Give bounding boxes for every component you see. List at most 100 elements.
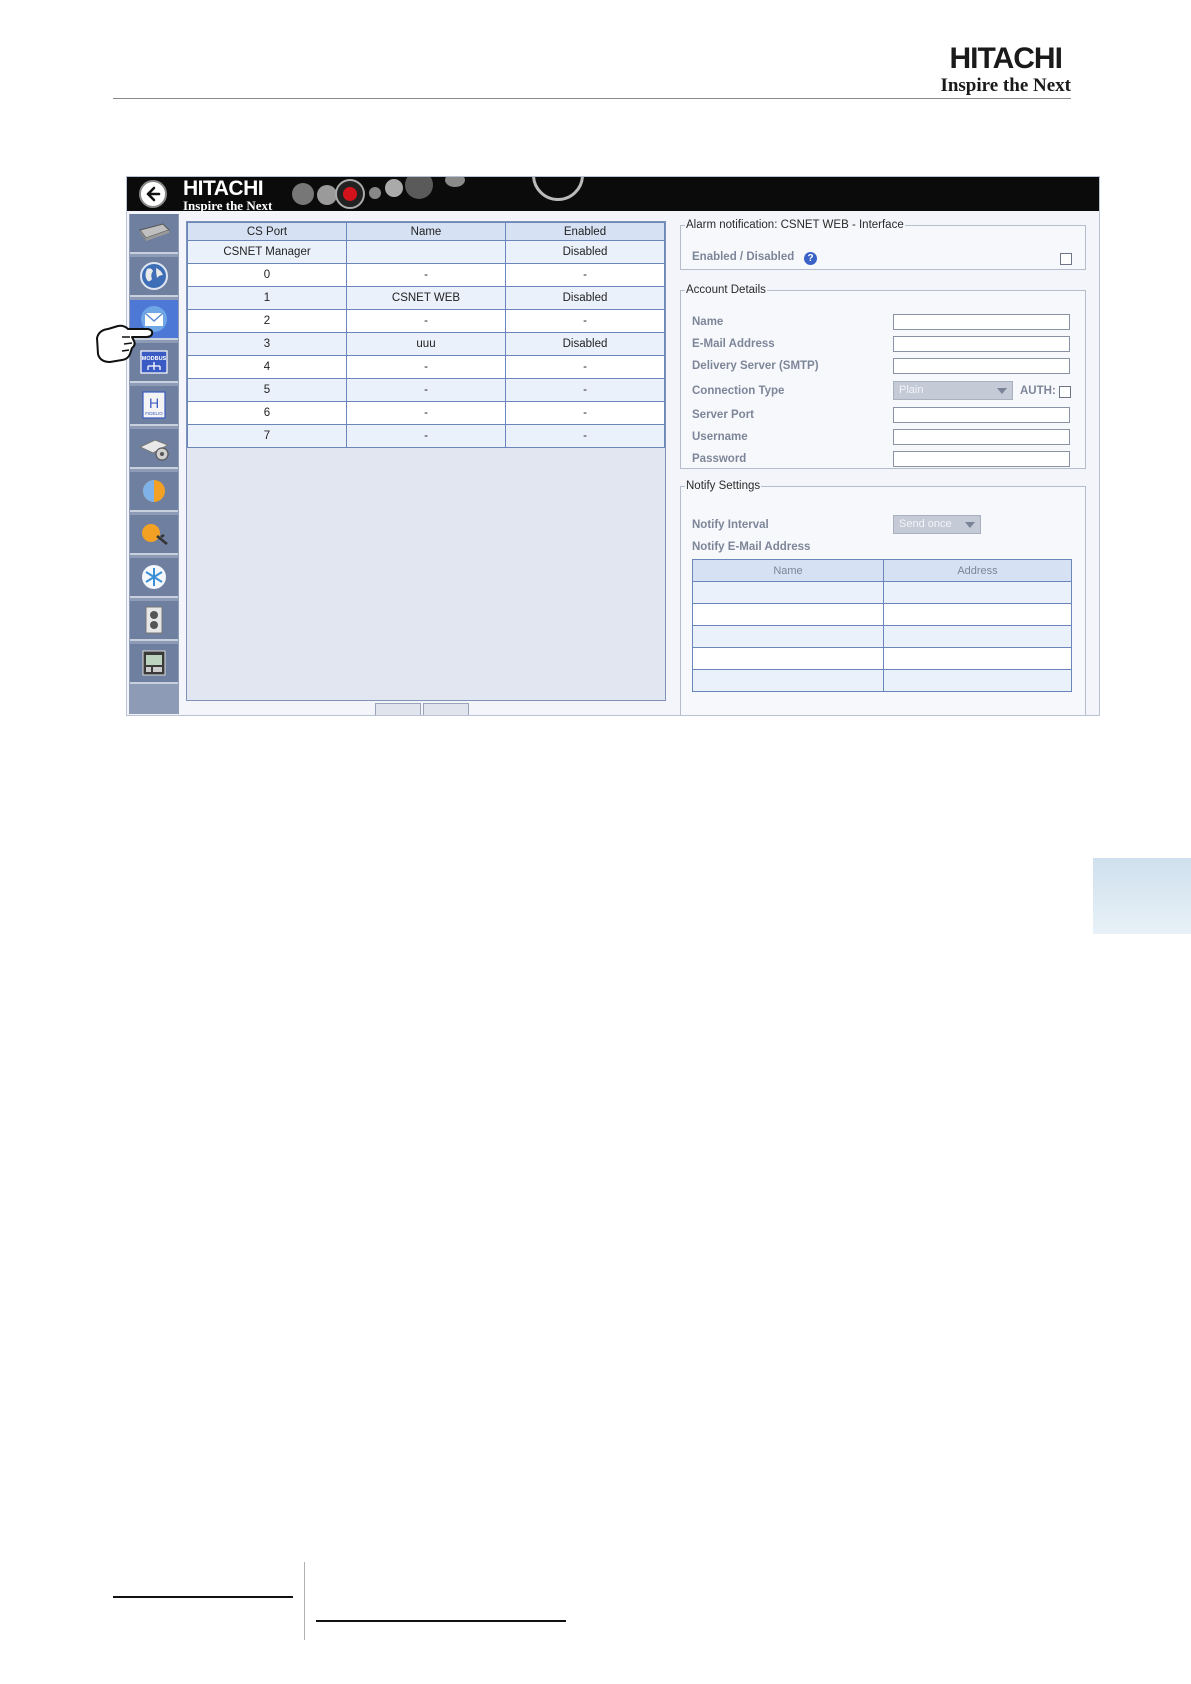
heat-cool-icon bbox=[143, 480, 165, 502]
table-row[interactable]: 4 - - bbox=[187, 355, 665, 379]
device-icon bbox=[139, 223, 170, 241]
password-label: Password bbox=[692, 453, 747, 465]
notify-interval-value: Send once bbox=[899, 518, 952, 530]
sidebar-item-cooling[interactable] bbox=[130, 558, 178, 598]
app-logo-name: HITACHI bbox=[183, 177, 264, 200]
pager-prev-button[interactable] bbox=[375, 703, 421, 715]
notify-email-table: Name Address bbox=[692, 559, 1072, 692]
table-row[interactable]: 7 - - bbox=[187, 424, 665, 448]
footer-divider bbox=[304, 1562, 305, 1640]
table-row[interactable]: CSNET Manager Disabled bbox=[187, 240, 665, 264]
username-field[interactable] bbox=[893, 429, 1070, 445]
sidebar-item-outdoor[interactable] bbox=[130, 601, 178, 641]
notify-table-header: Name Address bbox=[692, 559, 1072, 582]
auth-checkbox[interactable] bbox=[1059, 386, 1071, 398]
email-field[interactable] bbox=[893, 336, 1070, 352]
svg-text:H: H bbox=[149, 395, 159, 411]
back-arrow-icon[interactable] bbox=[139, 180, 167, 208]
table-row[interactable] bbox=[692, 669, 1072, 692]
notify-interval-select[interactable]: Send once bbox=[893, 515, 981, 534]
sidebar-item-indoor-settings[interactable] bbox=[130, 429, 178, 469]
cell-name: - bbox=[346, 309, 506, 333]
table-row[interactable]: 6 - - bbox=[187, 401, 665, 425]
app-logo-tagline: Inspire the Next bbox=[183, 198, 273, 211]
account-fieldset: Account Details Name E-Mail Address Deli… bbox=[680, 284, 1086, 469]
ports-table-header: CS Port Name Enabled bbox=[187, 222, 665, 241]
enabled-checkbox[interactable] bbox=[1060, 253, 1072, 265]
table-row[interactable]: 0 - - bbox=[187, 263, 665, 287]
table-row[interactable]: 3 uuu Disabled bbox=[187, 332, 665, 356]
col-header-address[interactable]: Address bbox=[883, 559, 1072, 582]
col-header-cs-port[interactable]: CS Port bbox=[187, 222, 347, 241]
cell-enabled: - bbox=[505, 378, 665, 402]
smtp-label: Delivery Server (SMTP) bbox=[692, 360, 819, 372]
auth-label: AUTH: bbox=[1020, 385, 1056, 397]
cell-name: - bbox=[346, 424, 506, 448]
name-label: Name bbox=[692, 316, 724, 328]
table-row[interactable] bbox=[692, 647, 1072, 670]
sidebar-item-controller[interactable] bbox=[130, 644, 178, 684]
fidelio-icon: HFIDELIO bbox=[142, 391, 166, 419]
app-logo: HITACHI Inspire the Next bbox=[183, 178, 272, 211]
cell-address bbox=[883, 647, 1072, 670]
table-row[interactable]: 1 CSNET WEB Disabled bbox=[187, 286, 665, 310]
sidebar: MODBUS H FIDELIO bbox=[129, 214, 179, 714]
col-header-enabled[interactable]: Enabled bbox=[505, 222, 665, 241]
cell-name: - bbox=[346, 355, 506, 379]
cell-enabled: Disabled bbox=[505, 332, 665, 356]
logo-tagline: Inspire the Next bbox=[940, 75, 1071, 96]
password-field[interactable] bbox=[893, 451, 1070, 467]
table-row[interactable]: 2 - - bbox=[187, 309, 665, 333]
sidebar-item-maintenance[interactable] bbox=[130, 515, 178, 555]
pager-next-button[interactable] bbox=[423, 703, 469, 715]
cell-name bbox=[346, 240, 506, 264]
ports-table: CS Port Name Enabled CSNET Manager Disab… bbox=[187, 222, 665, 448]
snowflake-icon bbox=[142, 565, 166, 589]
decor-circle bbox=[317, 185, 337, 205]
logo-name: HITACHI bbox=[949, 42, 1063, 75]
table-row[interactable] bbox=[692, 603, 1072, 626]
outdoor-unit-icon bbox=[145, 606, 163, 634]
cell-name: - bbox=[346, 378, 506, 402]
smtp-field[interactable] bbox=[893, 358, 1070, 374]
table-row[interactable] bbox=[692, 581, 1072, 604]
decor-circle bbox=[369, 187, 381, 199]
sidebar-item-fidelio[interactable]: H FIDELIO bbox=[130, 386, 178, 426]
notify-interval-label: Notify Interval bbox=[692, 519, 769, 531]
table-row[interactable] bbox=[692, 625, 1072, 648]
chevron-down-icon bbox=[965, 522, 975, 528]
cell-enabled: - bbox=[505, 424, 665, 448]
controller-icon bbox=[142, 650, 166, 676]
cell-port: 0 bbox=[187, 263, 347, 287]
pointing-hand-icon bbox=[96, 324, 154, 363]
cell-port: 2 bbox=[187, 309, 347, 333]
decor-circle bbox=[405, 177, 433, 199]
cell-address bbox=[883, 625, 1072, 648]
cell-port: CSNET Manager bbox=[187, 240, 347, 264]
col-header-name[interactable]: Name bbox=[346, 222, 506, 241]
email-label: E-Mail Address bbox=[692, 338, 775, 350]
cell-port: 3 bbox=[187, 332, 347, 356]
indoor-unit-settings-icon bbox=[138, 439, 170, 461]
help-icon[interactable]: ? bbox=[804, 252, 817, 265]
sidebar-item-network[interactable] bbox=[130, 257, 178, 297]
connection-type-value: Plain bbox=[899, 384, 924, 396]
notify-fieldset: Notify Settings Notify Interval Send onc… bbox=[680, 480, 1086, 715]
sidebar-item-heat-cool[interactable] bbox=[130, 472, 178, 512]
cell-name bbox=[692, 603, 884, 626]
cell-enabled: Disabled bbox=[505, 240, 665, 264]
cell-enabled: - bbox=[505, 355, 665, 379]
alarm-fieldset: Alarm notification: CSNET WEB - Interfac… bbox=[680, 219, 1086, 270]
table-row[interactable]: 5 - - bbox=[187, 378, 665, 402]
notify-email-label: Notify E-Mail Address bbox=[692, 541, 811, 553]
hitachi-logo: HITACHI Inspire the Next bbox=[940, 42, 1071, 96]
connection-type-select[interactable]: Plain bbox=[893, 381, 1013, 400]
name-field[interactable] bbox=[893, 314, 1070, 330]
decor-record-icon bbox=[343, 187, 357, 201]
cell-name bbox=[692, 625, 884, 648]
cell-port: 5 bbox=[187, 378, 347, 402]
cell-port: 4 bbox=[187, 355, 347, 379]
sidebar-item-device[interactable] bbox=[130, 214, 178, 254]
server-port-field[interactable] bbox=[893, 407, 1070, 423]
col-header-name[interactable]: Name bbox=[692, 559, 884, 582]
